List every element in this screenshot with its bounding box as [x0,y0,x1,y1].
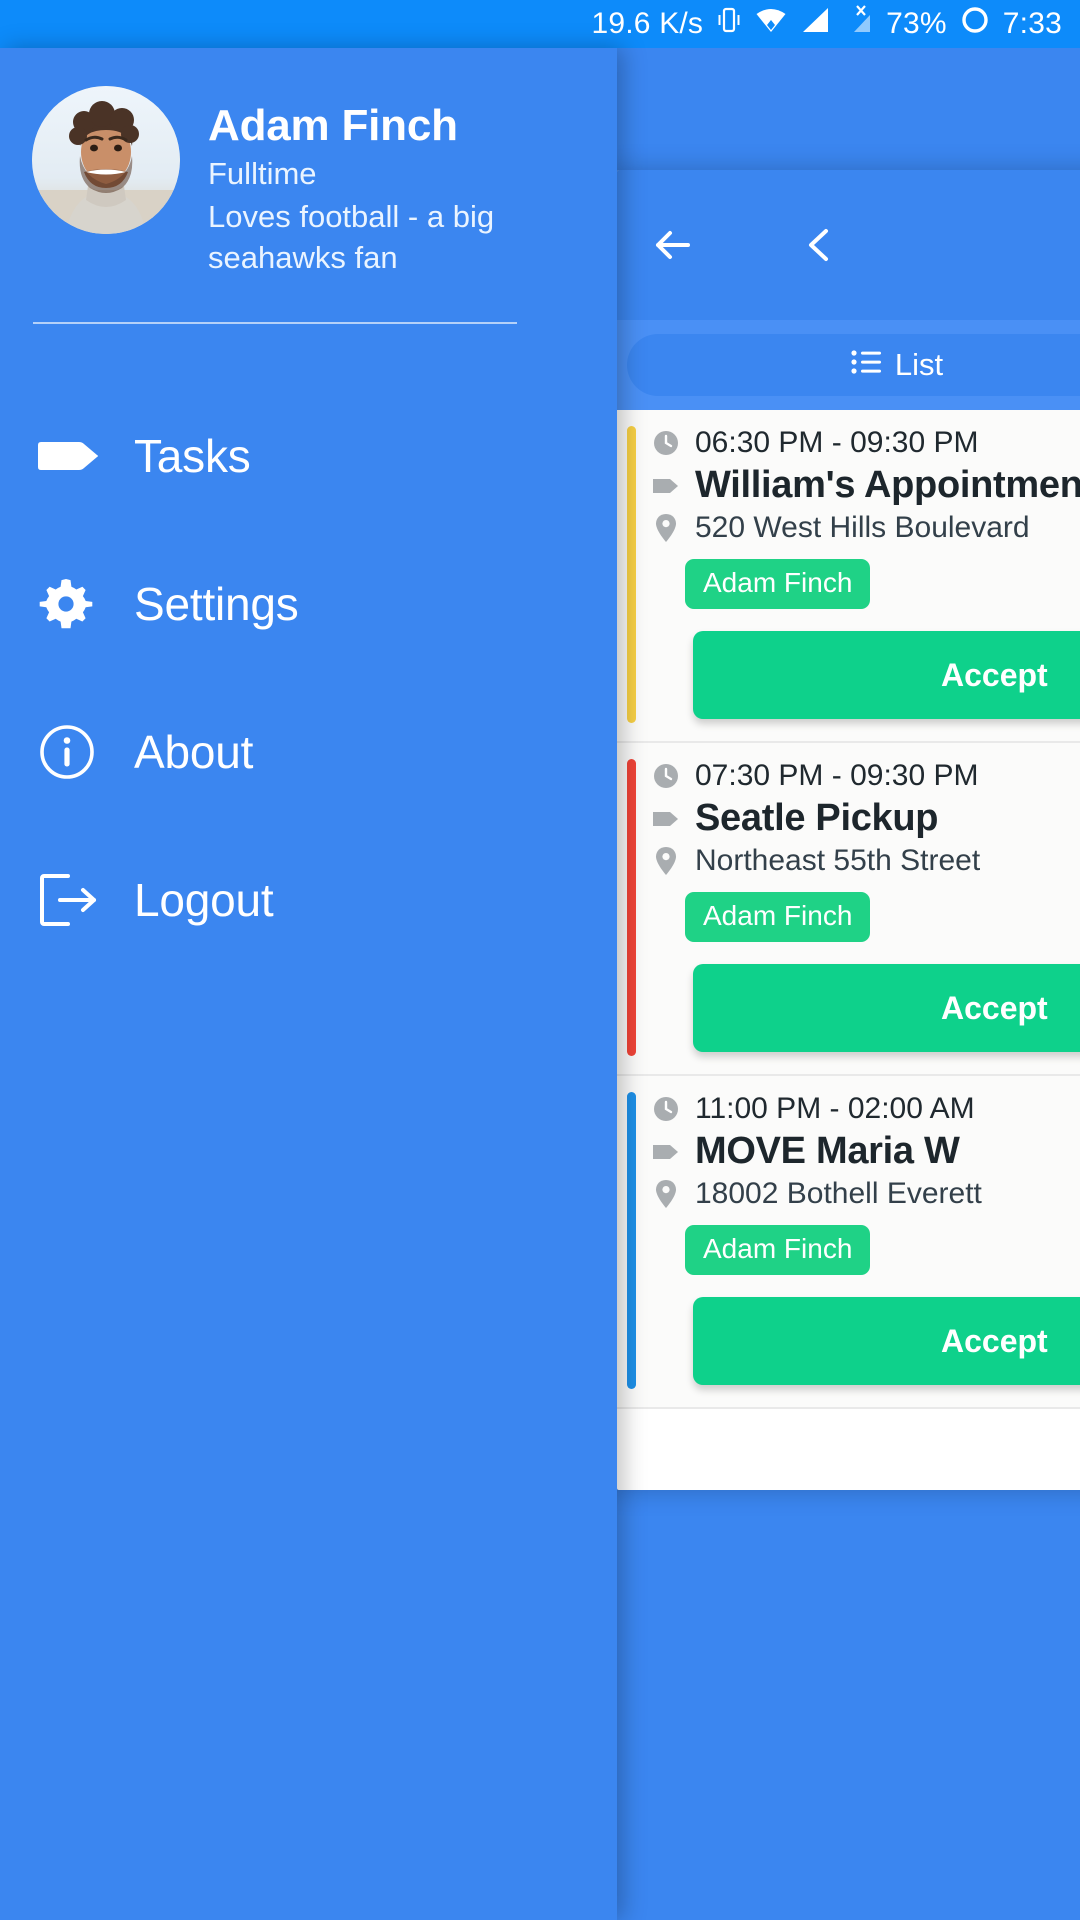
avatar [32,86,180,234]
battery-circle-icon [960,5,990,43]
task-address: 520 West Hills Boulevard [695,511,1030,544]
profile-bio: Loves football - a big seahawks fan [208,199,495,275]
task-address-row: 520 West Hills Boulevard [651,511,1080,545]
task-time-row: 07:30 PM - 09:30 PM [651,759,1080,793]
clock-text: 7:33 [1002,7,1062,40]
task-list-screen: List 06:30 PM - 09:30 PM William's Appoi… [617,170,1080,1490]
assignee-chip[interactable]: Adam Finch [685,892,871,942]
clock-icon [651,1095,681,1123]
location-pin-icon [651,846,681,876]
sidebar-item-label: Logout [134,874,274,926]
accept-button-label: Accept [941,656,1048,693]
sidebar-item-logout[interactable]: Logout [0,826,617,974]
clock-icon [651,429,681,457]
task-title: MOVE Maria W [695,1130,960,1172]
logout-icon [38,871,134,929]
task-address: Northeast 55th Street [695,844,981,877]
navigation-drawer: Adam Finch Fulltime Loves football - a b… [0,48,617,1920]
list-icon [851,347,883,383]
info-circle-icon [38,723,134,781]
task-time: 07:30 PM - 09:30 PM [695,759,979,792]
drawer-profile-header[interactable]: Adam Finch Fulltime Loves football - a b… [0,48,617,278]
gear-icon [38,576,134,632]
tag-icon [38,434,134,478]
profile-role: Fulltime [208,156,317,191]
view-toggle-bar: List [617,320,1080,410]
tag-icon [651,809,681,829]
task-address-row: Northeast 55th Street [651,844,1080,878]
task-address-row: 18002 Bothell Everett [651,1177,1080,1211]
tag-icon [651,1142,681,1162]
task-title-row: Seatle Pickup [651,797,1080,840]
assignee-chip[interactable]: Adam Finch [685,1225,871,1275]
task-accent-bar [627,759,636,1056]
chevron-left-icon[interactable] [789,214,851,276]
tab-list-label: List [894,347,944,382]
assignee-chip[interactable]: Adam Finch [685,559,871,609]
accept-button[interactable]: Accept [693,1297,1080,1385]
task-address: 18002 Bothell Everett [695,1177,982,1210]
app-toolbar [617,170,1080,320]
signal-no-service-icon [843,5,873,43]
network-speed-text: 19.6 K/s [591,7,704,40]
sidebar-item-tasks[interactable]: Tasks [0,382,617,530]
wifi-icon [755,5,787,43]
task-title-row: MOVE Maria W [651,1130,1080,1173]
accept-button[interactable]: Accept [693,964,1080,1052]
task-card[interactable]: 11:00 PM - 02:00 AM MOVE Maria W 18002 B… [617,1076,1080,1409]
sidebar-item-about[interactable]: About [0,678,617,826]
task-time-row: 06:30 PM - 09:30 PM [651,426,1080,460]
task-title: William's Appointment [695,464,1080,506]
profile-meta: Adam Finch Fulltime Loves football - a b… [208,86,538,278]
tag-icon [651,476,681,496]
signal-icon [800,5,830,43]
accept-button[interactable]: Accept [693,631,1080,719]
task-card[interactable]: 06:30 PM - 09:30 PM William's Appointmen… [617,410,1080,743]
accept-button-label: Accept [941,989,1048,1026]
profile-name: Adam Finch [208,101,458,150]
task-time: 11:00 PM - 02:00 AM [695,1092,975,1125]
location-pin-icon [651,1179,681,1209]
sidebar-item-label: Tasks [134,430,251,482]
clock-icon [651,762,681,790]
drawer-menu: Tasks Settings About Logout [0,382,617,974]
task-list: 06:30 PM - 09:30 PM William's Appointmen… [617,410,1080,1409]
task-title-row: William's Appointment [651,464,1080,507]
task-accent-bar [627,1092,636,1389]
sidebar-item-settings[interactable]: Settings [0,530,617,678]
task-time-row: 11:00 PM - 02:00 AM [651,1092,1080,1126]
drawer-divider [33,322,517,324]
sidebar-item-label: About [134,726,254,778]
arrow-left-icon[interactable] [641,214,703,276]
location-pin-icon [651,513,681,543]
accept-button-label: Accept [941,1322,1048,1359]
vibrate-icon [716,5,742,43]
app-root: List 06:30 PM - 09:30 PM William's Appoi… [0,48,1080,1920]
task-card[interactable]: 07:30 PM - 09:30 PM Seatle Pickup Northe… [617,743,1080,1076]
tab-list[interactable]: List [627,334,1080,396]
task-title: Seatle Pickup [695,797,939,839]
status-bar: 19.6 K/s 73% 7:33 [0,0,1080,48]
task-time: 06:30 PM - 09:30 PM [695,426,979,459]
task-accent-bar [627,426,636,723]
battery-percent-text: 73% [886,7,947,40]
sidebar-item-label: Settings [134,578,299,630]
phone-screen: 19.6 K/s 73% 7:33 List 06:30 PM - 09:30 … [0,0,1080,1920]
